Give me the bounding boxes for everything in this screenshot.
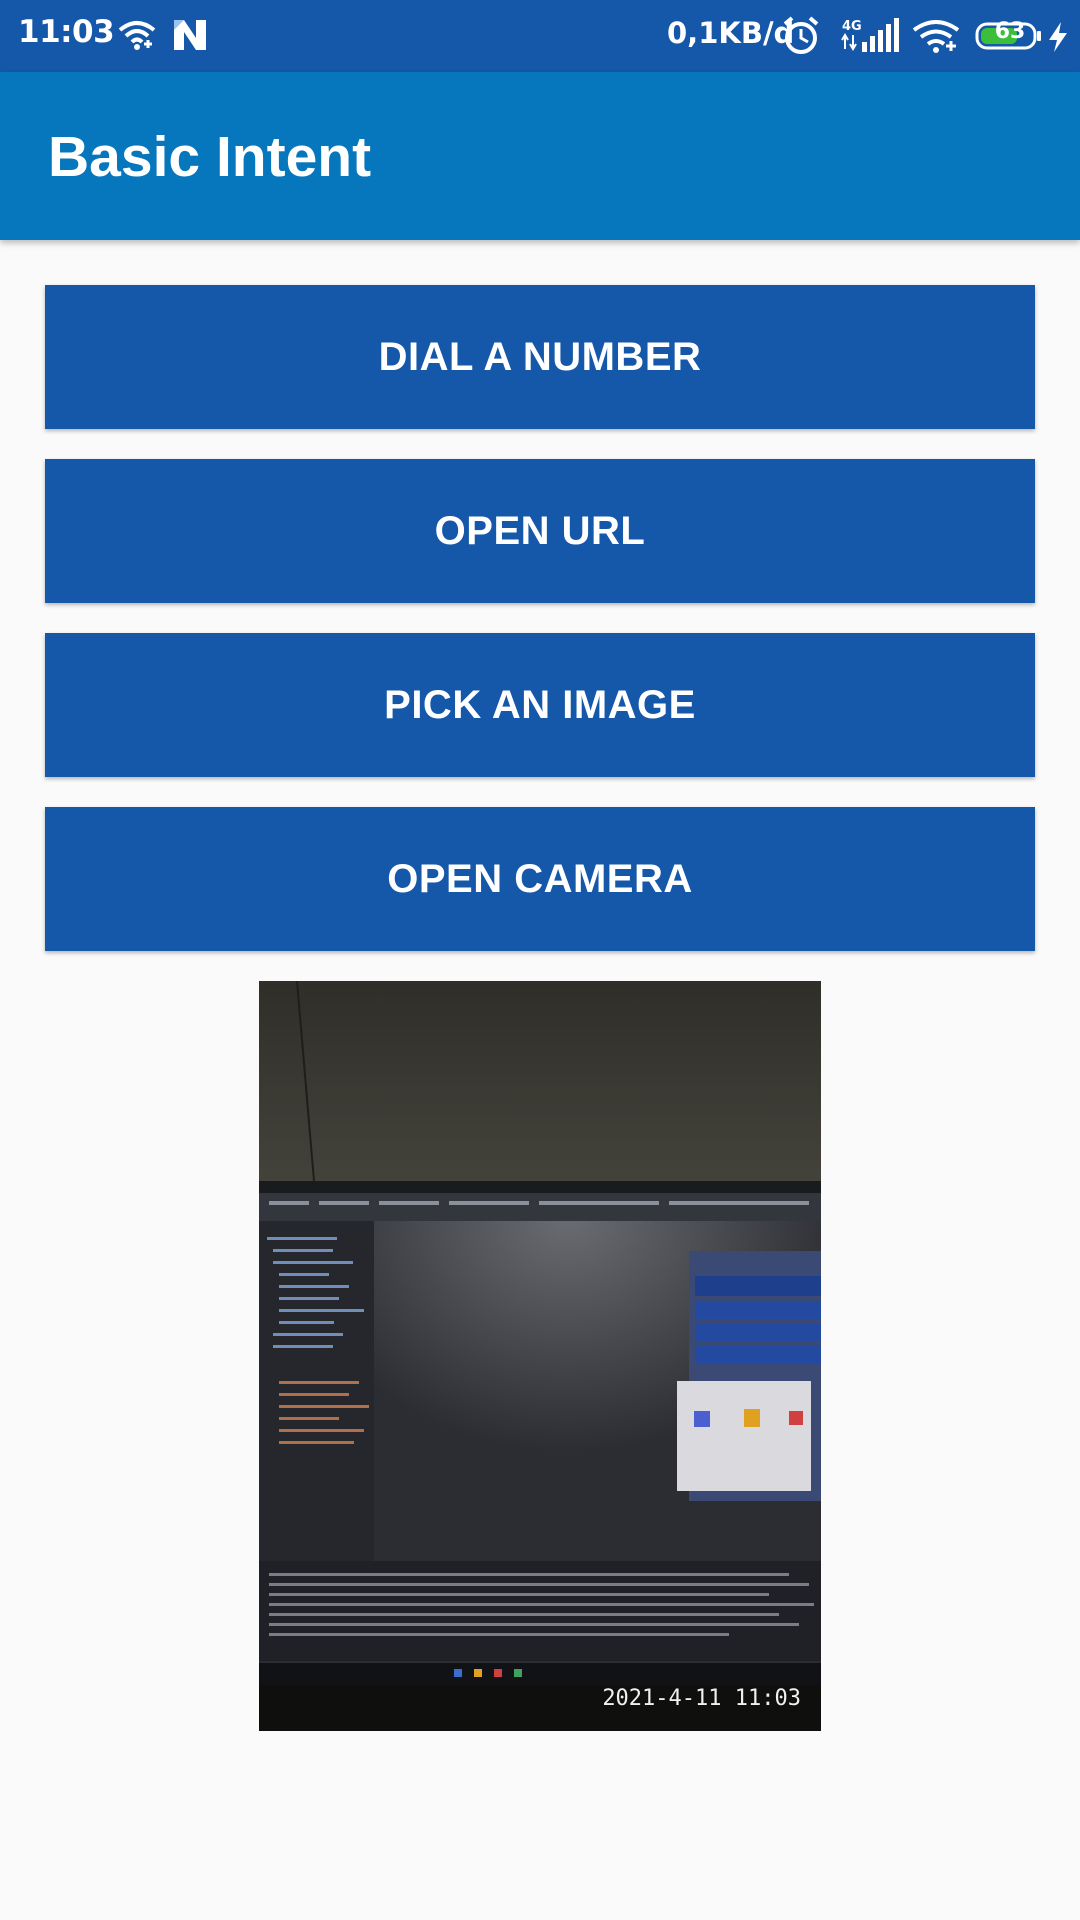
alarm-icon (783, 16, 819, 54)
status-time: 11:03 (18, 14, 115, 50)
dial-number-button[interactable]: DIAL A NUMBER (45, 285, 1035, 429)
wifi-icon (118, 21, 156, 50)
open-camera-button[interactable]: OPEN CAMERA (45, 807, 1035, 951)
open-url-button[interactable]: OPEN URL (45, 459, 1035, 603)
charging-icon (1049, 22, 1067, 52)
app-bar: Basic Intent (0, 72, 1080, 240)
signal-icon: 4G (841, 18, 899, 52)
captured-photo: 2021-4-11 11:03 (259, 981, 821, 1731)
photo-scene (259, 981, 821, 1731)
pick-image-button[interactable]: PICK AN IMAGE (45, 633, 1035, 777)
photo-timestamp: 2021-4-11 11:03 (602, 1686, 801, 1711)
network-type-label: 4G (842, 19, 862, 34)
battery-level: 63 (994, 19, 1026, 44)
status-bar: 11:03 0,1KB/d 4G 63 (0, 0, 1080, 72)
wifi-icon (912, 20, 960, 53)
network-speed: 0,1KB/d (667, 16, 795, 50)
n-app-icon (174, 20, 206, 50)
page-title: Basic Intent (48, 125, 372, 189)
